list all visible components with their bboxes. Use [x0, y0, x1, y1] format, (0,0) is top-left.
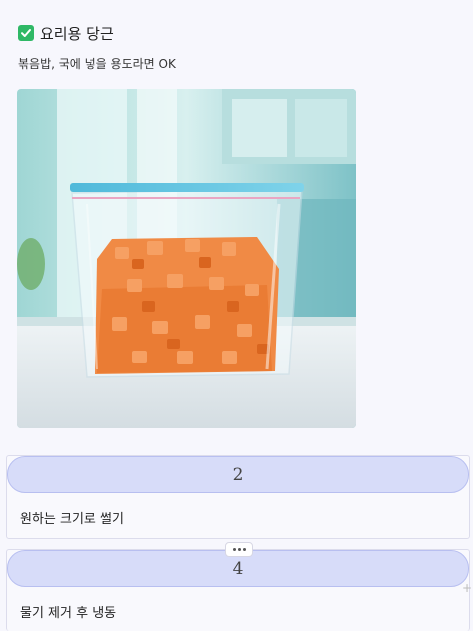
step-text: 물기 제거 후 냉동 [20, 606, 117, 621]
section-header: 요리용 당근 [18, 22, 114, 44]
step-card: 4 물기 제거 후 냉동 [6, 549, 470, 631]
carrot-bag-photo [17, 89, 356, 428]
plus-icon[interactable]: + [462, 582, 472, 594]
step-number-pill: 2 [7, 456, 469, 493]
section-subtitle: 볶음밥, 국에 넣을 용도라면 OK [18, 57, 176, 71]
step-text: 원하는 크기로 썰기 [20, 512, 124, 527]
more-options-icon[interactable] [225, 542, 253, 557]
check-icon [18, 25, 34, 41]
section-title: 요리용 당근 [40, 24, 114, 43]
step-card: 2 원하는 크기로 썰기 [6, 455, 470, 539]
